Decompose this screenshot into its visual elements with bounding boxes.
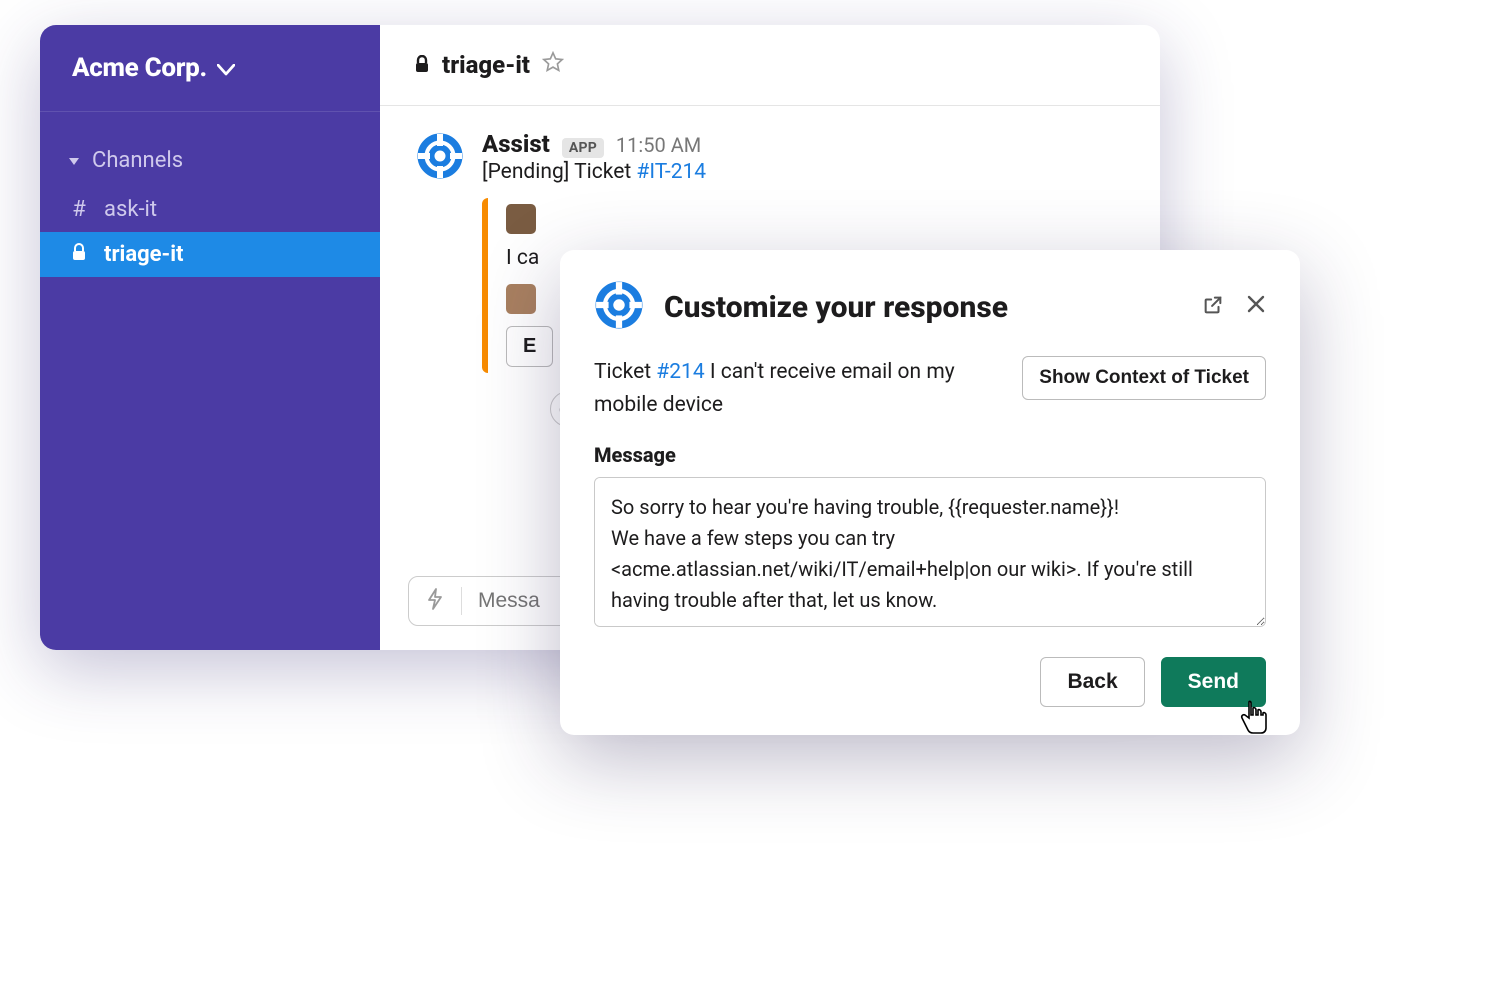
workspace-name: Acme Corp. — [72, 53, 207, 83]
channels-header[interactable]: Channels — [40, 142, 380, 187]
assist-app-icon — [594, 280, 644, 334]
send-button[interactable]: Send — [1161, 657, 1266, 707]
modal-title: Customize your response — [664, 290, 1182, 325]
message-timestamp: 11:50 AM — [616, 133, 701, 157]
avatar — [506, 284, 536, 314]
close-icon[interactable] — [1246, 294, 1266, 320]
message-author: Assist — [482, 130, 550, 158]
ticket-link[interactable]: #214 — [656, 360, 704, 384]
avatar — [506, 204, 536, 234]
show-context-button[interactable]: Show Context of Ticket — [1022, 356, 1266, 400]
assist-app-icon — [414, 130, 466, 182]
attachment-action-button[interactable]: E — [506, 326, 553, 367]
back-button[interactable]: Back — [1040, 657, 1144, 707]
open-external-icon[interactable] — [1202, 294, 1224, 320]
sidebar: Acme Corp. Channels # ask-it triage-it — [40, 25, 380, 650]
chevron-down-icon — [217, 61, 235, 80]
hash-icon: # — [68, 197, 90, 222]
channels-label: Channels — [92, 148, 183, 173]
message-field-label: Message — [594, 443, 1266, 467]
caret-down-icon — [68, 148, 82, 173]
ticket-link[interactable]: #IT-214 — [636, 160, 706, 184]
star-icon[interactable] — [542, 51, 564, 79]
lock-icon — [68, 242, 90, 267]
attachment-text: I ca — [506, 246, 562, 270]
lightning-icon[interactable] — [425, 587, 445, 615]
channel-header[interactable]: triage-it — [380, 25, 1160, 106]
sidebar-item-triage-it[interactable]: triage-it — [40, 232, 380, 277]
ticket-label: Ticket — [594, 360, 656, 384]
channel-label: ask-it — [104, 197, 157, 222]
participants-row — [506, 284, 562, 314]
workspace-switcher[interactable]: Acme Corp. — [40, 25, 380, 112]
app-badge: APP — [562, 138, 604, 158]
message-status: [Pending] Ticket — [482, 160, 636, 184]
ticket-summary: Ticket #214 I can't receive email on my … — [594, 356, 1002, 421]
message-attachment: I ca E — [482, 198, 562, 373]
message-text: [Pending] Ticket #IT-214 — [482, 160, 1126, 184]
channels-section: Channels # ask-it triage-it — [40, 112, 380, 277]
channel-title: triage-it — [442, 51, 530, 79]
sidebar-item-ask-it[interactable]: # ask-it — [40, 187, 380, 232]
participants-row — [506, 204, 562, 234]
divider — [461, 587, 462, 615]
customize-response-modal: Customize your response Ticket #214 I ca… — [560, 250, 1300, 735]
message-textarea[interactable] — [594, 477, 1266, 627]
lock-icon — [414, 51, 430, 79]
channel-label: triage-it — [104, 242, 183, 267]
